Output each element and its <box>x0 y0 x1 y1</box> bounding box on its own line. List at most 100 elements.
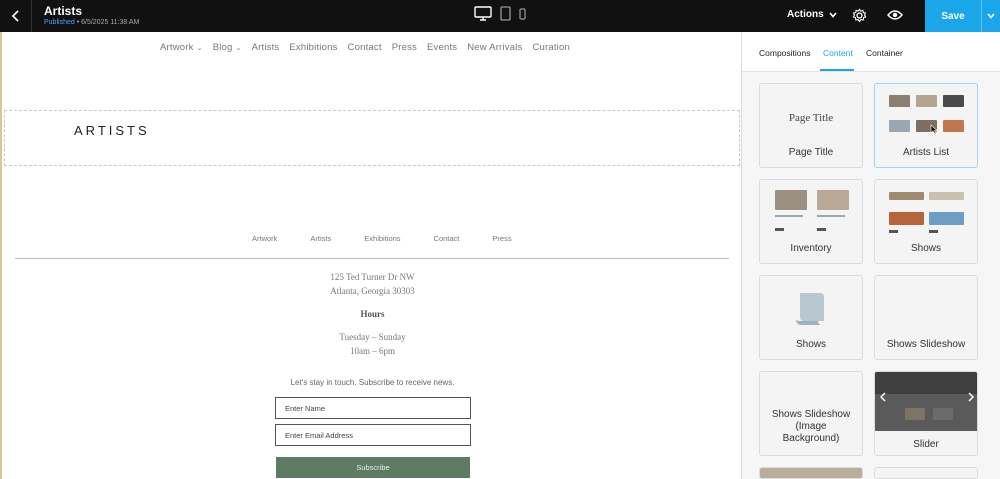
card-label: Shows Slideshow <box>886 339 966 350</box>
card-thumb <box>760 468 862 478</box>
page-name: Artists <box>44 4 83 18</box>
card-thumb <box>929 212 964 225</box>
email-field[interactable]: Enter Email Address <box>275 424 471 446</box>
card-label: Shows <box>910 243 941 254</box>
nav-label: Artwork <box>160 42 194 53</box>
nav-item-artwork[interactable]: Artwork ⌄ <box>160 42 203 53</box>
card-label: Page Title <box>788 147 834 158</box>
chevron-right-icon <box>968 392 974 402</box>
card-preview-text: Page Title <box>788 112 834 124</box>
hours-days: Tuesday – Sunday <box>339 332 406 342</box>
footer-divider <box>15 258 729 259</box>
block-card-shows[interactable]: Shows <box>874 179 978 264</box>
card-label: Slider <box>913 439 939 450</box>
card-thumb <box>889 95 910 107</box>
chevron-down-icon <box>829 11 837 18</box>
chevron-down-icon: ⌄ <box>196 45 203 52</box>
tab-container[interactable]: Container <box>866 48 903 58</box>
device-switcher <box>474 6 526 21</box>
active-tab-indicator <box>820 69 854 71</box>
card-label: Shows Slideshow (Image Background) <box>771 409 851 444</box>
block-card-partial[interactable] <box>759 467 863 479</box>
block-card-shows-slideshow[interactable]: Shows Slideshow <box>874 275 978 360</box>
nav-item-curation[interactable]: Curation <box>532 42 570 53</box>
editor-toolbar: Artists Published • 6/5/2025 11:38 AM Ac… <box>0 0 1000 32</box>
page-canvas[interactable]: Artwork ⌄ Blog ⌄ Artists Exhibitions Conta… <box>0 32 741 479</box>
mobile-icon[interactable] <box>519 7 526 20</box>
name-placeholder: Enter Name <box>285 403 326 413</box>
name-field[interactable]: Enter Name <box>275 397 471 419</box>
address-line-2: Atlanta, Georgia 30303 <box>330 286 415 296</box>
mouse-cursor-icon <box>930 124 938 135</box>
subscribe-button[interactable]: Subscribe <box>276 457 470 478</box>
chevron-down-icon: ⌄ <box>235 45 242 52</box>
slider-preview-image <box>905 408 925 420</box>
save-button[interactable]: Save <box>925 0 981 32</box>
card-chip <box>889 230 898 233</box>
footer-link-artwork[interactable]: Artwork <box>252 234 277 243</box>
page-status: Published • 6/5/2025 11:38 AM <box>44 18 139 28</box>
email-placeholder: Enter Email Address <box>285 430 353 440</box>
nav-item-events[interactable]: Events <box>427 42 457 53</box>
card-label: Shows <box>795 339 826 350</box>
back-arrow-icon <box>11 10 19 22</box>
page-title[interactable]: ARTISTS <box>74 123 150 138</box>
card-thumb <box>929 192 964 200</box>
card-bar <box>817 215 845 217</box>
page-meta: Artists Published • 6/5/2025 11:38 AM <box>44 4 139 28</box>
block-card-artists-list[interactable]: Artists List <box>874 83 978 168</box>
card-label: Artists List <box>902 147 950 158</box>
site-nav: Artwork ⌄ Blog ⌄ Artists Exhibitions Conta… <box>160 42 570 53</box>
panel-tabs: Compositions Content Container <box>742 32 1000 72</box>
tab-content[interactable]: Content <box>823 48 853 58</box>
back-button[interactable] <box>0 0 32 32</box>
block-card-page-title[interactable]: Page Title Page Title <box>759 83 863 168</box>
card-thumb <box>943 120 964 132</box>
card-thumb <box>775 190 807 210</box>
card-bar <box>775 215 803 217</box>
footer-link-contact[interactable]: Contact <box>434 234 460 243</box>
save-options-button[interactable] <box>981 0 1000 32</box>
card-thumb <box>889 192 924 200</box>
nav-item-press[interactable]: Press <box>392 42 417 53</box>
content-panel: Compositions Content Container Page Titl… <box>741 32 1000 479</box>
nav-item-exhibitions[interactable]: Exhibitions <box>289 42 337 53</box>
nav-item-contact[interactable]: Contact <box>348 42 382 53</box>
block-card-shows-slideshow-image-bg[interactable]: Shows Slideshow (Image Background) <box>759 371 863 456</box>
card-thumb <box>889 120 910 132</box>
newsletter-text: Let's stay in touch. Subscribe to receiv… <box>290 378 455 387</box>
block-card-inventory[interactable]: Inventory <box>759 179 863 264</box>
drop-zone[interactable] <box>4 110 740 166</box>
card-thumb <box>943 95 964 107</box>
block-card-partial[interactable] <box>874 467 978 479</box>
gear-icon[interactable] <box>852 8 867 23</box>
footer-link-exhibitions[interactable]: Exhibitions <box>364 234 400 243</box>
card-chip <box>929 230 938 233</box>
slider-preview-image <box>875 372 977 394</box>
nav-item-artists[interactable]: Artists <box>252 42 280 53</box>
card-thumb <box>889 212 924 225</box>
hours-times: 10am – 6pm <box>350 346 395 356</box>
card-chip <box>817 228 826 231</box>
tablet-icon[interactable] <box>500 6 511 21</box>
card-chip <box>775 228 784 231</box>
chevron-left-icon <box>880 392 886 402</box>
footer-link-artists[interactable]: Artists <box>310 234 331 243</box>
page-timestamp: 6/5/2025 11:38 AM <box>81 19 140 26</box>
footer-nav: Artwork Artists Exhibitions Contact Pres… <box>252 234 512 243</box>
nav-item-new-arrivals[interactable]: New Arrivals <box>467 42 522 53</box>
block-card-slider[interactable]: Slider <box>874 371 978 456</box>
eye-icon[interactable] <box>887 9 903 21</box>
desktop-icon[interactable] <box>474 6 492 21</box>
card-thumb <box>817 190 849 210</box>
nav-label: Blog <box>212 42 233 53</box>
block-card-shows-2[interactable]: Shows <box>759 275 863 360</box>
nav-item-blog[interactable]: Blog ⌄ <box>213 42 242 53</box>
slider-preview-image <box>933 408 953 420</box>
footer-link-press[interactable]: Press <box>492 234 511 243</box>
actions-menu[interactable]: Actions <box>787 9 837 20</box>
chevron-down-icon <box>987 13 995 19</box>
card-label: Inventory <box>790 243 832 254</box>
address-line-1: 125 Ted Turner Dr NW <box>330 272 415 282</box>
tab-compositions[interactable]: Compositions <box>759 48 811 58</box>
